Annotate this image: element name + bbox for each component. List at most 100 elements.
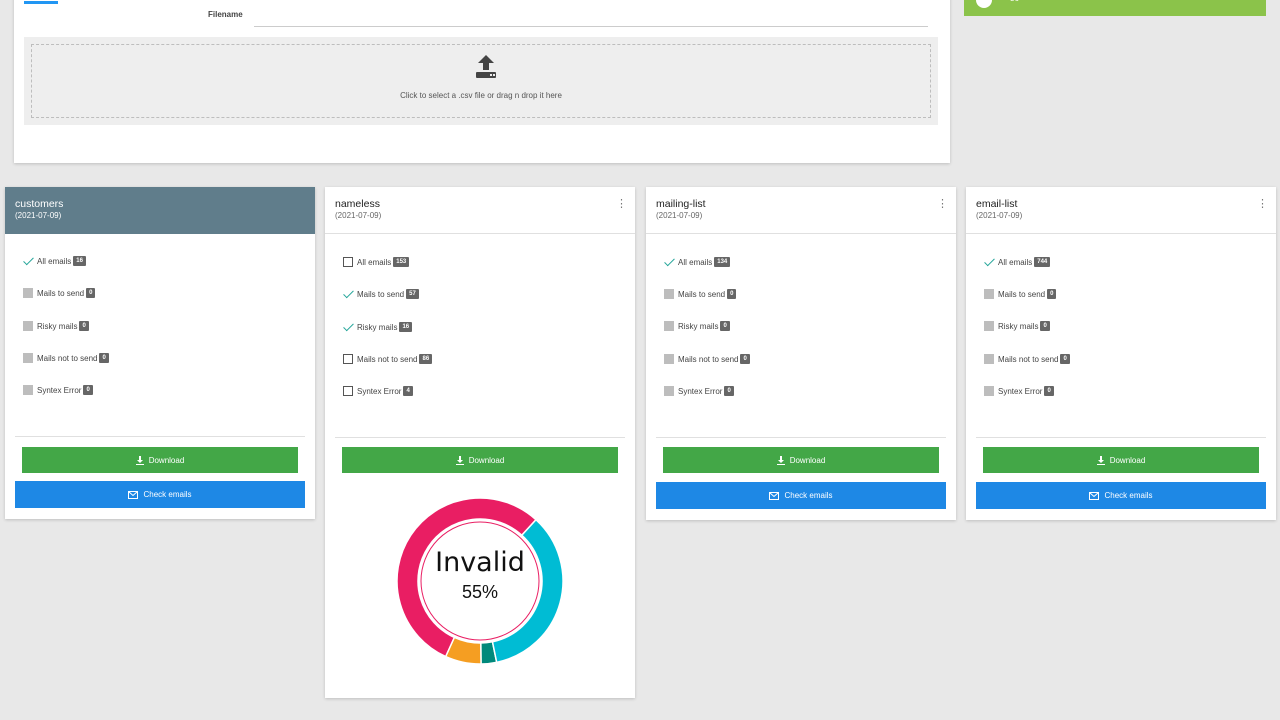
card-title: nameless — [335, 198, 380, 210]
chart-percent: 55% — [461, 582, 499, 602]
download-icon — [455, 455, 464, 465]
option-risky-mails[interactable]: Risky mails 16 — [343, 320, 413, 334]
checkbox — [23, 353, 33, 363]
divider — [15, 436, 305, 437]
shield-icon — [976, 0, 992, 8]
list-card-nameless[interactable]: nameless (2021-07-09) ⋮ All emails 153 Ma… — [325, 187, 635, 698]
option-mails-not-to-send[interactable]: Mails not to send 0 — [984, 352, 1070, 366]
check-icon — [343, 322, 353, 332]
option-label: Risky mails — [678, 321, 719, 331]
count-badge: 0 — [727, 289, 737, 299]
donut-inner-ring — [420, 521, 540, 641]
check-emails-label: Check emails — [143, 490, 192, 499]
list-card-customers[interactable]: customers (2021-07-09) All emails 16 Mail… — [5, 187, 315, 519]
count-badge: 0 — [724, 386, 734, 396]
check-emails-button[interactable]: Check emails — [976, 482, 1266, 509]
option-label: Risky mails — [357, 322, 398, 332]
active-tab-indicator — [24, 1, 58, 4]
download-button[interactable]: Download — [983, 447, 1259, 473]
divider — [335, 437, 625, 438]
download-button[interactable]: Download — [342, 447, 618, 473]
option-syntex-error[interactable]: Syntex Error 4 — [343, 384, 413, 398]
option-all-emails[interactable]: All emails 16 — [23, 254, 86, 268]
option-label: All emails — [37, 256, 72, 266]
card-title: email-list — [976, 198, 1018, 210]
card-header: customers (2021-07-09) — [5, 187, 315, 234]
more-options-icon[interactable]: ⋮ — [616, 199, 627, 210]
donut-chart: Invalid 55% — [395, 483, 565, 679]
count-badge: 0 — [86, 288, 96, 298]
check-emails-button[interactable]: Check emails — [656, 482, 946, 509]
check-icon — [343, 289, 353, 299]
option-mails-not-to-send[interactable]: Mails not to send 0 — [664, 352, 750, 366]
option-label: Mails to send — [37, 288, 85, 298]
option-label: Syntex Error — [678, 386, 723, 396]
option-label: Risky mails — [998, 321, 1039, 331]
checkbox — [664, 354, 674, 364]
list-card-mailing-list[interactable]: mailing-list (2021-07-09) ⋮ All emails 13… — [646, 187, 956, 520]
count-badge: 153 — [393, 257, 410, 267]
card-date: (2021-07-09) — [976, 211, 1023, 220]
option-syntex-error[interactable]: Syntex Error 0 — [984, 384, 1054, 398]
option-all-emails[interactable]: All emails 153 — [343, 255, 410, 269]
drop-zone: Click to select a .csv file or drag n dr… — [24, 37, 938, 125]
list-card-email-list[interactable]: email-list (2021-07-09) ⋮ All emails 744 … — [966, 187, 1276, 520]
check-emails-label: Check emails — [784, 491, 833, 500]
download-icon — [135, 455, 144, 465]
checkbox — [984, 321, 994, 331]
count-badge: 0 — [740, 354, 750, 364]
donut-chart-svg — [396, 497, 564, 665]
option-risky-mails[interactable]: Risky mails 0 — [23, 319, 89, 333]
checkbox — [23, 288, 33, 298]
divider — [976, 437, 1266, 438]
more-options-icon[interactable]: ⋮ — [937, 199, 948, 210]
count-badge: 0 — [83, 385, 93, 395]
count-badge: 57 — [406, 289, 419, 299]
option-mails-not-to-send[interactable]: Mails not to send 86 — [343, 352, 433, 366]
option-risky-mails[interactable]: Risky mails 0 — [664, 319, 730, 333]
mail-icon — [128, 490, 139, 499]
card-date: (2021-07-09) — [656, 211, 703, 220]
count-badge: 0 — [720, 321, 730, 331]
checkbox — [984, 289, 994, 299]
check-emails-button[interactable]: Check emails — [15, 481, 305, 508]
card-header: mailing-list (2021-07-09) ⋮ — [646, 187, 956, 234]
option-risky-mails[interactable]: Risky mails 0 — [984, 319, 1050, 333]
option-mails-not-to-send[interactable]: Mails not to send 0 — [23, 351, 109, 365]
download-button[interactable]: Download — [663, 447, 939, 473]
filename-input[interactable] — [254, 6, 928, 27]
option-syntex-error[interactable]: Syntex Error 0 — [23, 383, 93, 397]
option-label: Mails to send — [678, 289, 726, 299]
option-syntex-error[interactable]: Syntex Error 0 — [664, 384, 734, 398]
option-label: Mails to send — [357, 289, 405, 299]
count-badge: 0 — [1044, 386, 1054, 396]
option-all-emails[interactable]: All emails 744 — [984, 255, 1051, 269]
upload-icon — [476, 55, 496, 78]
download-button[interactable]: Download — [22, 447, 298, 473]
count-badge: 134 — [714, 257, 731, 267]
upload-panel: Filename Click to select a .csv file or … — [14, 0, 950, 163]
count-badge: 16 — [399, 322, 413, 332]
card-title: mailing-list — [656, 198, 706, 210]
csv-drop-area[interactable]: Click to select a .csv file or drag n dr… — [31, 44, 931, 118]
option-mails-to-send[interactable]: Mails to send 0 — [984, 287, 1057, 301]
download-label: Download — [789, 455, 826, 465]
option-label: Mails not to send — [357, 354, 418, 364]
download-icon — [1096, 455, 1105, 465]
divider — [656, 437, 946, 438]
card-date: (2021-07-09) — [15, 211, 62, 220]
option-mails-to-send[interactable]: Mails to send 57 — [343, 287, 419, 301]
checkbox — [984, 354, 994, 364]
download-label: Download — [148, 455, 185, 465]
option-mails-to-send[interactable]: Mails to send 0 — [23, 286, 96, 300]
option-label: All emails — [357, 257, 392, 267]
option-label: Mails not to send — [37, 353, 98, 363]
option-all-emails[interactable]: All emails 134 — [664, 255, 731, 269]
option-label: Syntex Error — [37, 385, 82, 395]
option-mails-to-send[interactable]: Mails to send 0 — [664, 287, 737, 301]
option-label: Risky mails — [37, 321, 78, 331]
more-options-icon[interactable]: ⋮ — [1257, 199, 1268, 210]
filename-label: Filename — [208, 10, 243, 19]
card-date: (2021-07-09) — [335, 211, 382, 220]
checkbox — [23, 385, 33, 395]
